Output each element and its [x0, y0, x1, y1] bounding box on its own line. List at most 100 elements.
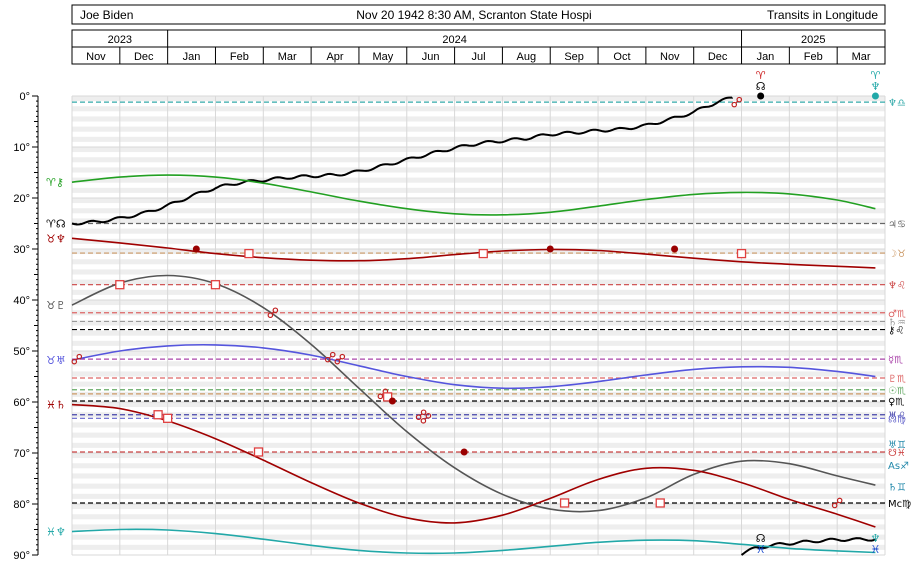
grid-band	[72, 432, 885, 438]
timeline-header: 2023 2024 2025 Nov Dec Jan Feb Mar Apr May Jun Jul A…	[71, 29, 886, 65]
aspect-square-marker	[162, 413, 173, 423]
grid-band	[72, 514, 885, 520]
right-natal-label: ☽♉	[888, 249, 906, 260]
header-mode: Transits in Longitude	[767, 8, 878, 22]
grid-band	[72, 402, 885, 408]
grid-band	[72, 473, 885, 479]
right-natal-label: ♄♊	[888, 483, 906, 494]
month-label: Aug	[517, 51, 537, 63]
aspect-trine-marker	[192, 245, 200, 253]
grid-band	[72, 126, 885, 132]
year-label: 2025	[801, 34, 825, 46]
bottom-sign-label: ♓	[756, 543, 766, 556]
aspect-trine-marker	[460, 448, 468, 456]
right-natal-label: As♐	[888, 461, 909, 472]
grid-band	[72, 483, 885, 489]
y-tick-label: 10°	[13, 142, 30, 154]
left-planet-label: ♉♇	[46, 299, 66, 312]
grid-band	[72, 351, 885, 357]
grid-band	[72, 147, 885, 153]
right-natal-label: ♀♏	[888, 397, 904, 408]
chart-grid	[71, 95, 886, 556]
right-natal-label: ☉♏	[888, 386, 906, 397]
aspect-trine-marker	[388, 397, 396, 405]
top-planet-label: ☊	[756, 80, 766, 93]
y-tick-label: 80°	[13, 499, 30, 511]
month-label: Dec	[708, 51, 728, 63]
month-label: Nov	[86, 51, 106, 63]
right-natal-label: ♆♌	[888, 281, 906, 292]
y-tick-label: 20°	[13, 193, 30, 205]
grid-band	[72, 371, 885, 377]
left-planet-label: ♓♆	[46, 526, 66, 539]
grid-band	[72, 106, 885, 112]
y-tick-label: 50°	[13, 346, 30, 358]
left-planet-label: ♈⚷	[46, 176, 64, 189]
month-label: Oct	[613, 51, 630, 63]
bottom-sign-label: ♓	[870, 543, 880, 556]
y-tick-label: 0°	[19, 91, 30, 103]
grid-band	[72, 463, 885, 469]
grid-band	[72, 300, 885, 306]
aspect-trine-marker	[546, 245, 554, 253]
month-label: Nov	[660, 51, 680, 63]
right-natal-label: ♃♋	[888, 220, 906, 231]
grid-band	[72, 279, 885, 285]
right-natal-label: Mc♍	[888, 499, 911, 510]
grid-band	[72, 330, 885, 336]
aspect-square-marker	[153, 410, 163, 420]
aspect-trine-marker	[671, 245, 679, 253]
grid-band	[72, 504, 885, 510]
y-axis: 0° 10° 20° 30° 40° 50° 60° 70° 80° 90°	[13, 91, 39, 562]
month-label: Feb	[804, 51, 823, 63]
left-planet-label: ♉♅	[46, 354, 66, 367]
opposition-bar	[328, 355, 332, 359]
month-label: Mar	[278, 51, 297, 63]
month-label: Apr	[326, 51, 343, 63]
opposition-bar	[338, 357, 342, 361]
y-tick-label: 60°	[13, 397, 30, 409]
header-person: Joe Biden	[80, 8, 133, 22]
right-natal-label: ☊♍	[888, 414, 906, 425]
right-natal-label: ☿♏	[888, 355, 903, 366]
grid-band	[72, 116, 885, 122]
transit-chart: Joe Biden Nov 20 1942 8:30 AM, Scranton …	[13, 4, 911, 562]
grid-band	[72, 136, 885, 142]
year-label: 2024	[442, 34, 466, 46]
aspect-square-marker	[655, 498, 665, 508]
month-label: Jun	[422, 51, 440, 63]
month-label: Dec	[134, 51, 154, 63]
grid-band	[72, 198, 885, 204]
left-planet-label: ♓♄	[46, 399, 66, 412]
aspect-square-marker	[244, 248, 254, 259]
header-bar: Joe Biden Nov 20 1942 8:30 AM, Scranton …	[71, 4, 886, 25]
y-tick-label: 90°	[13, 550, 30, 562]
right-natal-label: ♇♏	[888, 374, 906, 385]
top-planet-label: ♆	[870, 80, 880, 93]
month-label: Sep	[564, 51, 584, 63]
right-natal-label: ⚷♌	[888, 326, 904, 337]
aspect-square-marker	[210, 280, 221, 290]
right-natal-label: ♆♎	[888, 98, 906, 109]
grid-band	[72, 381, 885, 387]
top-planet-dot	[757, 92, 765, 100]
grid-band	[72, 453, 885, 459]
aspect-square-marker	[115, 280, 125, 290]
aspect-square-marker	[736, 248, 747, 259]
grid-band	[72, 208, 885, 214]
y-tick-label: 40°	[13, 295, 30, 307]
header-event: Nov 20 1942 8:30 AM, Scranton State Hosp…	[356, 8, 591, 22]
month-label: Jul	[471, 51, 485, 63]
month-label: Feb	[230, 51, 249, 63]
grid-band	[72, 157, 885, 163]
opposition-bar	[424, 416, 428, 420]
month-label: May	[372, 51, 393, 63]
grid-band	[72, 422, 885, 428]
opposition-bar	[735, 100, 739, 104]
grid-band	[72, 177, 885, 183]
aspect-square-marker	[253, 447, 264, 457]
left-planet-label: ♉♆	[46, 232, 66, 245]
grid-band	[72, 361, 885, 367]
grid-band	[72, 524, 885, 530]
grid-band	[72, 269, 885, 275]
